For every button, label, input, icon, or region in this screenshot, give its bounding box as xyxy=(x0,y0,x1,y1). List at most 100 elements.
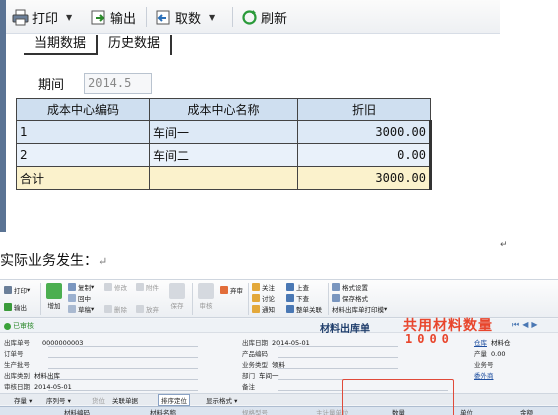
table-row[interactable]: 1 车间一 3000.00 xyxy=(16,120,432,144)
fetch-label: 取数 xyxy=(175,11,202,27)
ribbon-save-format-button[interactable]: 保存格式 xyxy=(332,293,368,303)
outsourcer-field: 委外商 xyxy=(474,372,494,380)
save-format-icon xyxy=(332,294,340,302)
export-icon xyxy=(4,303,12,311)
ribbon-copy-button[interactable]: 复制 ▾ xyxy=(68,282,94,292)
record-nav[interactable]: ⏮◀▶ xyxy=(512,320,541,330)
column-header-code[interactable]: 成本中心编码 xyxy=(16,98,150,121)
period-row: 期间 2014.5 xyxy=(38,72,152,94)
delete-icon xyxy=(104,305,112,313)
ribbon-modify-button[interactable]: 修改 xyxy=(104,282,127,292)
cell-code[interactable]: 2 xyxy=(16,143,150,167)
arrow-up-icon xyxy=(286,283,294,291)
first-record-icon[interactable]: ⏮ xyxy=(512,320,522,329)
ribbon-add-button[interactable]: 增加 xyxy=(44,283,64,310)
ribbon-divider xyxy=(192,283,193,315)
print-button[interactable]: 打印 ▼ xyxy=(12,6,72,28)
pin-icon xyxy=(68,294,76,302)
ribbon-attachment-button[interactable]: 附件 xyxy=(136,282,159,292)
highlight-box xyxy=(342,379,454,415)
quantity-value[interactable]: 0.00 xyxy=(491,350,505,358)
batch-field: 生产批号 xyxy=(4,361,30,369)
printer-icon xyxy=(12,9,29,25)
total-depreciation: 3000.00 xyxy=(297,166,432,190)
refresh-button[interactable]: 刷新 xyxy=(241,6,287,28)
export-button[interactable]: 输出 xyxy=(90,6,136,28)
attachment-icon xyxy=(136,283,144,291)
ribbon-print-button[interactable]: 打印 ▾ xyxy=(4,285,30,295)
ribbon-pin-button[interactable]: 回中 xyxy=(68,293,91,303)
cell-depreciation[interactable]: 3000.00 xyxy=(297,120,432,144)
dept-field: 部门 车间一 xyxy=(242,372,279,380)
ribbon-format-button[interactable]: 格式设置 xyxy=(332,282,368,292)
tab-sort-locate[interactable]: 排序定位 xyxy=(158,394,190,406)
ribbon-chain-button[interactable]: 关注 xyxy=(252,282,275,292)
ribbon-up-button[interactable]: 上查 xyxy=(286,282,309,292)
form-title: 材料出库单 xyxy=(320,324,370,335)
format-icon xyxy=(332,283,340,291)
ribbon-delete-button[interactable]: 删除 xyxy=(104,304,127,314)
abandon-icon xyxy=(136,305,144,313)
total-empty-cell xyxy=(149,166,298,190)
discuss-icon xyxy=(252,294,260,302)
next-record-icon[interactable]: ▶ xyxy=(531,320,540,329)
ribbon-discuss-button[interactable]: 讨论 xyxy=(252,293,275,303)
ribbon-template-select[interactable]: 材料出库单打印模 ▾ xyxy=(332,304,387,314)
cell-name[interactable]: 车间二 xyxy=(149,143,298,167)
fetch-button[interactable]: 取数 ▼ xyxy=(155,6,215,28)
link-icon xyxy=(286,305,294,313)
grid-col-material-name[interactable]: 材料名称 xyxy=(150,407,176,415)
table-row[interactable]: 2 车间二 0.00 xyxy=(16,143,432,167)
warehouse-field: 仓库 材料仓 xyxy=(474,339,511,347)
field-underline xyxy=(278,357,398,358)
tab-location[interactable]: 货位 xyxy=(92,395,105,405)
discard-icon xyxy=(220,286,228,294)
note-field: 备注 xyxy=(242,383,255,391)
copy-icon xyxy=(68,283,76,291)
previous-record-icon[interactable]: ◀ xyxy=(522,320,531,329)
warehouse-value[interactable]: 材料仓 xyxy=(491,339,511,347)
paragraph-mark-icon: ↵ xyxy=(500,240,508,250)
tab-related-docs[interactable]: 关联单据 xyxy=(112,395,138,405)
ribbon-abandon-button[interactable]: 放弃 xyxy=(136,304,159,314)
field-underline xyxy=(48,379,198,380)
tab-serial[interactable]: 序列号 ▾ xyxy=(46,395,71,405)
toolbar: 打印 ▼ 输出 取数 ▼ 刷新 xyxy=(6,0,500,34)
period-label: 期间 xyxy=(38,77,65,93)
ribbon-draft-button[interactable]: 草稿 ▾ xyxy=(68,304,94,314)
cell-depreciation[interactable]: 0.00 xyxy=(297,143,432,167)
left-accent-bar xyxy=(0,0,6,232)
chevron-down-icon[interactable]: ▼ xyxy=(209,13,215,22)
cell-name[interactable]: 车间一 xyxy=(149,120,298,144)
chevron-down-icon[interactable]: ▼ xyxy=(66,13,72,22)
column-header-depreciation[interactable]: 折旧 xyxy=(297,98,431,121)
dept-value[interactable]: 车间一 xyxy=(259,372,279,380)
tab-stock[interactable]: 存量 ▾ xyxy=(14,395,32,405)
draft-icon xyxy=(68,305,76,313)
ribbon-export-button[interactable]: 输出 xyxy=(4,302,27,312)
ribbon-link-button[interactable]: 整单关联 xyxy=(286,304,322,314)
tab-display-format[interactable]: 显示格式 ▾ xyxy=(206,395,237,405)
grid-col-spec[interactable]: 规格型号 xyxy=(242,407,268,415)
grid-col-unit[interactable]: 单位 xyxy=(460,407,473,415)
ribbon-audit-button[interactable]: 审核 xyxy=(195,283,217,310)
text-cursor-icon: ↵ xyxy=(98,255,108,268)
grid-col-amount[interactable]: 金额 xyxy=(520,407,533,415)
column-header-name[interactable]: 成本中心名称 xyxy=(149,98,298,121)
audit-icon xyxy=(198,283,214,299)
ribbon-notify-button[interactable]: 通知 xyxy=(252,304,275,314)
period-field[interactable]: 2014.5 xyxy=(84,72,152,94)
toolbar-divider xyxy=(232,7,233,27)
tab-current-data[interactable]: 当期数据 xyxy=(24,35,99,55)
ribbon-save-button[interactable]: 保存 xyxy=(166,283,188,310)
grid-col-material-code[interactable]: 材料编码 xyxy=(64,407,90,415)
export-label: 输出 xyxy=(110,11,137,27)
ribbon-down-button[interactable]: 下查 xyxy=(286,293,309,303)
print-label: 打印 xyxy=(32,11,59,27)
cost-center-table: 成本中心编码 成本中心名称 折旧 1 车间一 3000.00 2 车间二 0.0… xyxy=(16,98,432,190)
tab-history-data[interactable]: 历史数据 xyxy=(98,35,173,55)
ribbon-divider xyxy=(328,283,329,315)
refresh-icon xyxy=(242,9,257,25)
ribbon-discard-button[interactable]: 弃审 xyxy=(220,285,243,295)
cell-code[interactable]: 1 xyxy=(16,120,150,144)
